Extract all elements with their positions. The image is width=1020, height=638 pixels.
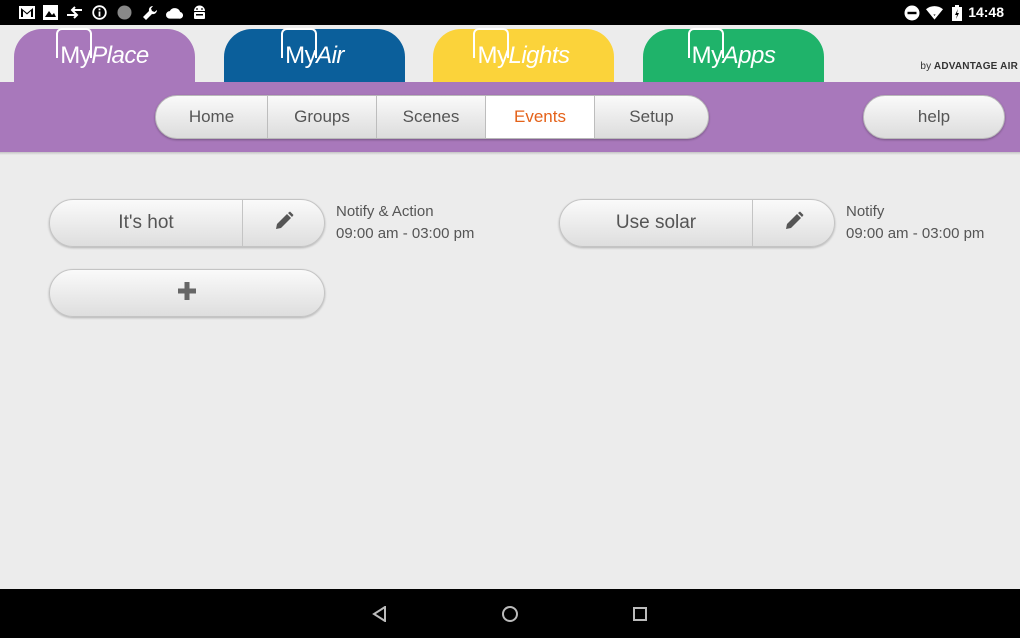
android-icon <box>191 4 208 21</box>
section-tabs: Home Groups Scenes Events Setup <box>155 95 709 139</box>
tab-scenes[interactable]: Scenes <box>377 96 486 138</box>
mylights-logo: My Lights <box>473 27 570 70</box>
battery-icon <box>948 4 965 21</box>
advantage-air-credit: by ADVANTAGE AIR <box>920 61 1018 72</box>
section-navbar: Home Groups Scenes Events Setup help <box>0 82 1020 155</box>
event-type: Notify <box>846 203 885 220</box>
edit-event-button[interactable] <box>753 200 834 246</box>
back-icon[interactable] <box>369 603 391 625</box>
do-not-disturb-icon <box>903 4 920 21</box>
myair-logo: My Air <box>281 27 344 70</box>
tab-groups[interactable]: Groups <box>268 96 377 138</box>
cloud-icon <box>166 4 183 21</box>
tab-setup[interactable]: Setup <box>595 96 708 138</box>
tab-home[interactable]: Home <box>156 96 268 138</box>
plus-icon <box>177 281 197 306</box>
pencil-icon <box>784 211 804 236</box>
event-type: Notify & Action <box>336 203 434 220</box>
event-item: Use solar <box>559 199 835 247</box>
event-time: 09:00 am - 03:00 pm <box>336 225 475 242</box>
home-icon[interactable] <box>499 603 521 625</box>
myapps-logo: My Apps <box>687 27 776 70</box>
wrench-icon <box>141 4 158 21</box>
circle-icon <box>116 4 133 21</box>
clock: 14:48 <box>968 4 1004 20</box>
add-event-button[interactable] <box>49 269 325 317</box>
status-bar: 14:48 <box>0 0 1020 25</box>
recents-icon[interactable] <box>629 603 651 625</box>
edit-event-button[interactable] <box>243 200 324 246</box>
tab-myplace[interactable]: My Place <box>14 27 195 82</box>
event-name-button[interactable]: Use solar <box>560 200 753 246</box>
tab-myapps[interactable]: My Apps <box>643 27 824 82</box>
pencil-icon <box>274 211 294 236</box>
transfer-icon <box>66 4 83 21</box>
myplace-logo: My Place <box>56 27 149 70</box>
system-navigation-bar <box>0 589 1020 638</box>
app-tabs: My Place My Air My Lights My Apps by ADVANTA… <box>0 25 1020 82</box>
tab-events[interactable]: Events <box>486 96 595 138</box>
event-details: Notify & Action 09:00 am - 03:00 pm <box>336 201 474 245</box>
event-name-button[interactable]: It's hot <box>50 200 243 246</box>
help-button[interactable]: help <box>863 95 1005 139</box>
info-icon <box>91 4 108 21</box>
event-time: 09:00 am - 03:00 pm <box>846 225 985 242</box>
wifi-icon <box>926 4 943 21</box>
tab-myair[interactable]: My Air <box>224 27 405 82</box>
tab-mylights[interactable]: My Lights <box>433 27 614 82</box>
gmail-icon <box>18 4 35 21</box>
photo-icon <box>42 4 59 21</box>
event-details: Notify 09:00 am - 03:00 pm <box>846 201 984 245</box>
event-item: It's hot <box>49 199 325 247</box>
